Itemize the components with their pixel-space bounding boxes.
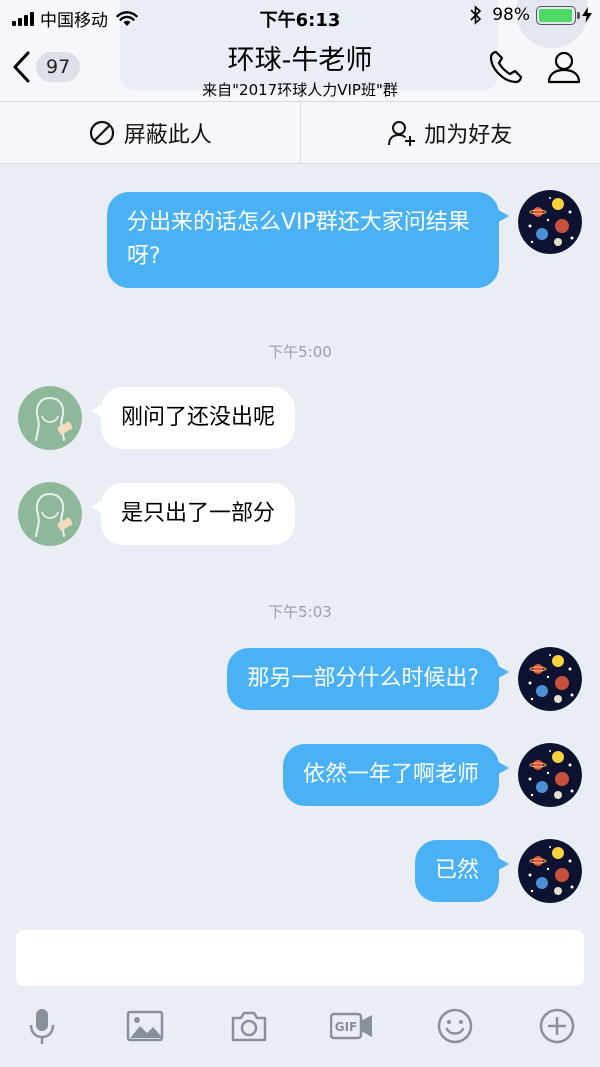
my-avatar[interactable] (518, 647, 582, 711)
chat-screen: 中国移动 下午6:13 98% 97 环球-牛老师 来自"2017环球人力VIP… (0, 0, 600, 1067)
camera-icon (231, 1011, 267, 1042)
emoji-button[interactable] (435, 1006, 475, 1046)
message-input[interactable] (16, 930, 584, 986)
add-friend-button[interactable]: 加为好友 (299, 102, 600, 163)
contact-avatar[interactable] (18, 482, 82, 546)
battery-percent: 98% (492, 5, 530, 25)
incoming-message[interactable]: 刚问了还没出呢 (90, 387, 296, 449)
outgoing-message[interactable]: 依然一年了啊老师 (282, 744, 510, 806)
incoming-message[interactable]: 是只出了一部分 (90, 483, 296, 545)
emoji-icon (437, 1008, 473, 1044)
plus-icon (539, 1008, 575, 1044)
charging-icon (582, 7, 592, 23)
block-user-button[interactable]: 屏蔽此人 (0, 102, 300, 163)
outgoing-message[interactable]: 已然 (414, 840, 510, 902)
my-avatar[interactable] (518, 743, 582, 807)
outgoing-message[interactable]: 分出来的话怎么VIP群还大家问结果呀? (107, 192, 509, 288)
block-user-label: 屏蔽此人 (123, 122, 212, 148)
input-toolbar: GIF (0, 1000, 600, 1056)
bluetooth-icon (470, 5, 482, 25)
microphone-icon (29, 1009, 55, 1044)
contact-action-bar: 屏蔽此人 加为好友 (0, 102, 600, 164)
contact-avatar[interactable] (18, 386, 82, 450)
add-friend-icon (388, 120, 416, 146)
outgoing-message[interactable]: 那另一部分什么时候出? (227, 648, 509, 710)
battery-icon (536, 5, 580, 25)
my-avatar[interactable] (518, 190, 582, 254)
profile-icon[interactable] (545, 48, 583, 86)
microphone-button[interactable] (22, 1006, 62, 1046)
timestamp-divider: 下午5:03 (268, 603, 332, 621)
block-icon (89, 120, 114, 145)
timestamp-divider: 下午5:00 (268, 343, 332, 361)
camera-button[interactable] (229, 1006, 269, 1046)
image-button[interactable] (125, 1006, 165, 1046)
add-friend-label: 加为好友 (424, 122, 513, 148)
phone-icon[interactable] (487, 48, 525, 86)
my-avatar[interactable] (518, 839, 582, 903)
gif-icon: GIF (329, 1012, 372, 1040)
image-icon (126, 1010, 164, 1042)
more-button[interactable] (537, 1006, 577, 1046)
svg-text:GIF: GIF (335, 1020, 358, 1034)
status-bar: 中国移动 下午6:13 98% (0, 0, 600, 34)
gif-button[interactable]: GIF (329, 1006, 374, 1046)
chat-header: 中国移动 下午6:13 98% 97 环球-牛老师 来自"2017环球人力VIP… (0, 0, 600, 102)
